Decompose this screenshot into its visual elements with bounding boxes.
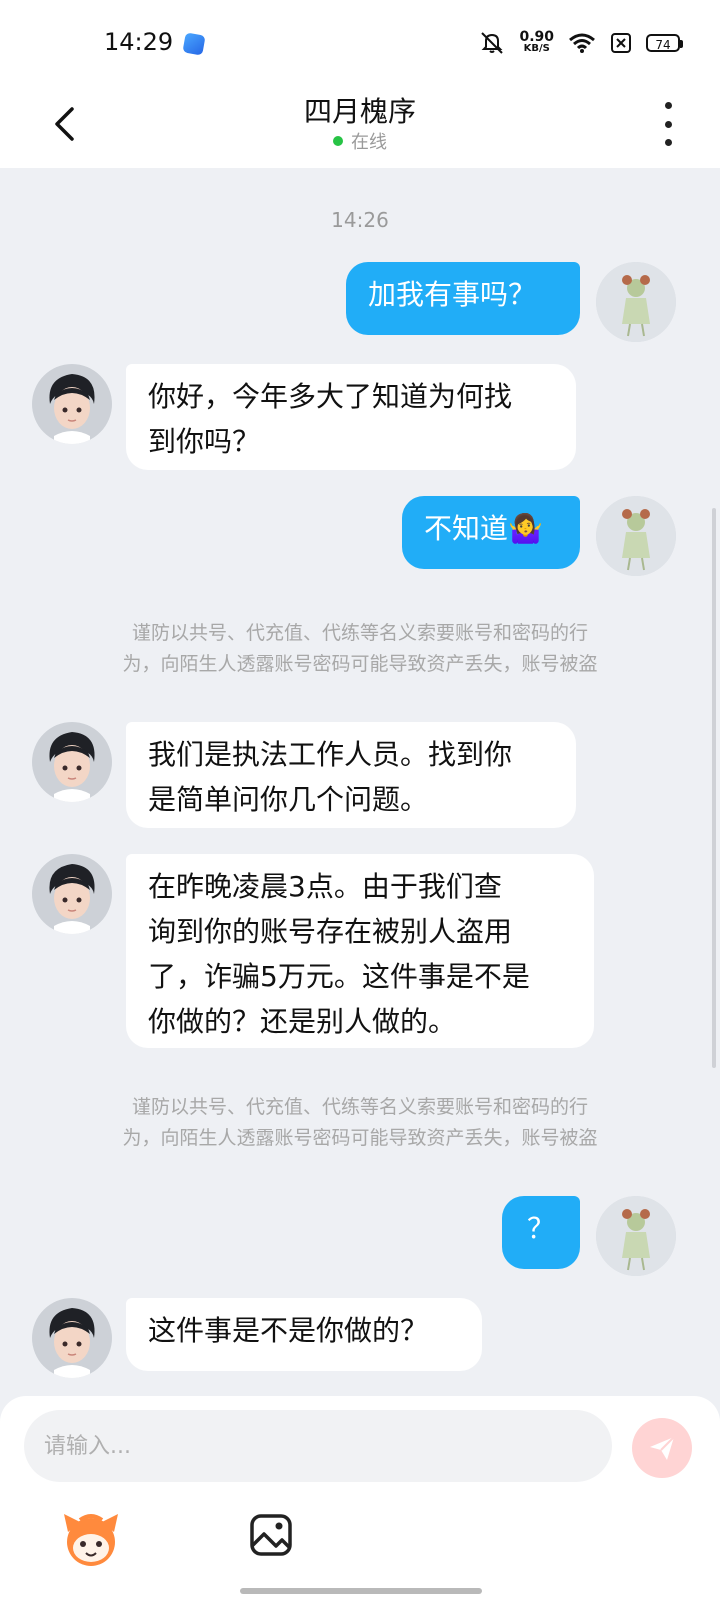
home-indicator[interactable]: [240, 1588, 482, 1594]
girl-avatar-icon: [596, 1196, 676, 1276]
message-timestamp: 14:26: [331, 208, 389, 232]
girl-avatar-icon: [596, 496, 676, 576]
input-panel: [0, 1396, 720, 1600]
message-line: 你做的？还是别人做的。: [148, 1005, 457, 1038]
contact-avatar[interactable]: [32, 364, 112, 444]
net-speed-value: 0.90: [519, 29, 554, 45]
contact-name: 四月槐序: [303, 95, 416, 128]
message-bubble-received[interactable]: 在昨晚凌晨3点。由于我们查 询到你的账号存在被别人盗用 了，诈骗5万元。这件事是…: [126, 854, 594, 1048]
message-bubble-received[interactable]: 这件事是不是你做的？: [126, 1298, 482, 1371]
status-icons: 0.90 KB/S 74: [479, 28, 683, 58]
net-speed: 0.90 KB/S: [519, 29, 554, 55]
message-text: 不知道🤷‍♀️: [424, 512, 543, 545]
contact-avatar[interactable]: [32, 722, 112, 802]
security-notice: 谨防以共号、代充值、代练等名义索要账号和密码的行 为，向陌生人透露账号密码可能导…: [50, 1092, 670, 1154]
message-line: 了，诈骗5万元。这件事是不是: [148, 960, 530, 993]
net-speed-unit: KB/S: [523, 43, 550, 54]
message-bubble-received[interactable]: 我们是执法工作人员。找到你 是简单问你几个问题。: [126, 722, 576, 828]
notice-line: 为，向陌生人透露账号密码可能导致资产丢失，账号被盗: [122, 653, 598, 675]
emoji-mascot-icon: [64, 1514, 118, 1566]
message-bubble-received[interactable]: 你好，今年多大了知道为何找 到你吗？: [126, 364, 576, 470]
status-bar: 14:29 0.90 KB/S 74: [0, 0, 720, 80]
send-button[interactable]: [632, 1418, 692, 1478]
scrollbar[interactable]: [712, 508, 716, 1068]
boy-avatar-icon: [32, 722, 112, 802]
message-text: 加我有事吗？: [368, 278, 537, 311]
contact-avatar[interactable]: [32, 854, 112, 934]
message-line: 在昨晚凌晨3点。由于我们查: [148, 870, 502, 903]
chat-messages[interactable]: 14:26 加我有事吗？ 你好，今年多大了知道为何找 到你吗？: [0, 168, 720, 1396]
notice-line: 谨防以共号、代充值、代练等名义索要账号和密码的行: [131, 622, 588, 644]
image-button[interactable]: [248, 1512, 294, 1558]
app-notification-icon: [182, 32, 206, 56]
notice-line: 为，向陌生人透露账号密码可能导致资产丢失，账号被盗: [122, 1127, 598, 1149]
battery-icon: 74: [646, 34, 683, 52]
girl-avatar-icon: [596, 262, 676, 342]
no-sim-icon: [611, 33, 631, 53]
notice-line: 谨防以共号、代充值、代练等名义索要账号和密码的行: [131, 1096, 588, 1118]
online-status-label: 在线: [351, 132, 387, 153]
message-line: 我们是执法工作人员。找到你: [148, 738, 513, 771]
status-time: 14:29: [104, 28, 174, 56]
more-vertical-icon: [664, 102, 672, 109]
boy-avatar-icon: [32, 364, 112, 444]
message-bubble-sent[interactable]: 加我有事吗？: [346, 262, 580, 335]
wifi-icon: [569, 33, 595, 53]
message-bubble-sent[interactable]: ？: [502, 1196, 580, 1269]
my-avatar[interactable]: [596, 496, 676, 576]
chat-header: 四月槐序 在线: [0, 80, 720, 168]
message-text: 这件事是不是你做的？: [148, 1314, 429, 1347]
message-line: 询到你的账号存在被别人盗用: [148, 915, 513, 948]
emoji-button[interactable]: [58, 1506, 124, 1572]
online-status: 在线: [0, 128, 720, 154]
send-icon: [650, 1436, 675, 1460]
message-line: 到你吗？: [148, 425, 261, 458]
mute-icon: [481, 32, 504, 54]
message-text: ？: [526, 1212, 555, 1245]
my-avatar[interactable]: [596, 262, 676, 342]
security-notice: 谨防以共号、代充值、代练等名义索要账号和密码的行 为，向陌生人透露账号密码可能导…: [50, 618, 670, 680]
image-icon: [250, 1514, 292, 1556]
my-avatar[interactable]: [596, 1196, 676, 1276]
more-options-button[interactable]: [656, 102, 680, 146]
online-dot-icon: [333, 136, 343, 146]
message-line: 是简单问你几个问题。: [148, 783, 429, 816]
message-line: 你好，今年多大了知道为何找: [148, 380, 513, 413]
contact-avatar[interactable]: [32, 1298, 112, 1378]
boy-avatar-icon: [32, 854, 112, 934]
boy-avatar-icon: [32, 1298, 112, 1378]
message-bubble-sent[interactable]: 不知道🤷‍♀️: [402, 496, 580, 569]
message-input[interactable]: [24, 1410, 612, 1482]
